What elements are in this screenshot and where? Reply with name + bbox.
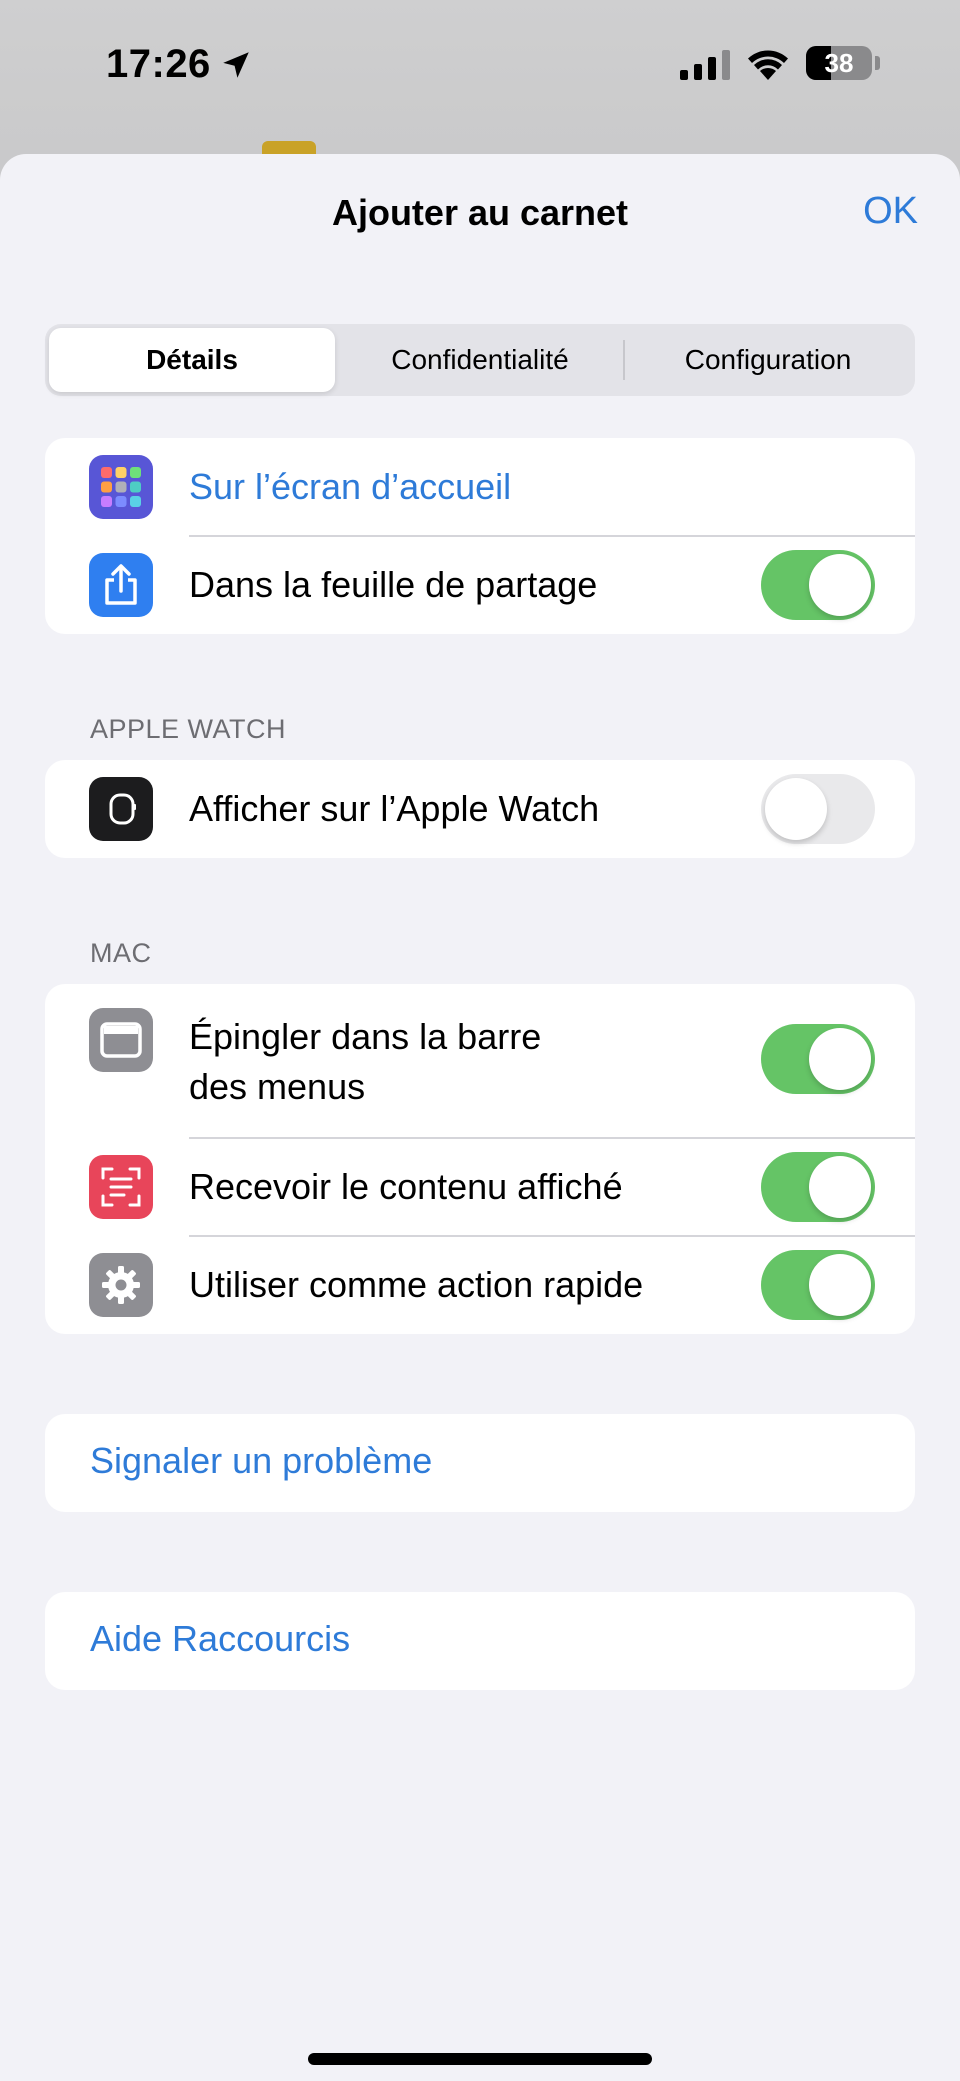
quick-action-toggle[interactable]: [761, 1250, 875, 1320]
add-to-library-sheet: Ajouter au carnet OK Détails Confidentia…: [0, 154, 960, 2081]
sheet-title: Ajouter au carnet: [331, 192, 629, 233]
toggle-knob: [809, 1156, 871, 1218]
share-sheet-toggle[interactable]: [761, 550, 875, 620]
mac-section-header: MAC: [90, 938, 152, 968]
toggle-knob: [809, 1028, 871, 1090]
receive-content-row: Recevoir le contenu affiché: [45, 1138, 915, 1236]
pin-menu-bar-label: Épingler dans la barre des menus: [189, 1012, 541, 1112]
apple-watch-toggle[interactable]: [761, 774, 875, 844]
home-screen-label: Sur l’écran d’accueil: [189, 466, 512, 507]
screen-text-scan-icon: [89, 1155, 153, 1219]
status-time-text: 17:26: [106, 42, 211, 86]
ok-button[interactable]: OK: [863, 190, 918, 233]
tab-segmented-control: Détails Confidentialité Configuration: [45, 324, 915, 396]
location-arrow-icon: [223, 51, 249, 78]
tab-details[interactable]: Détails: [49, 328, 335, 392]
home-screen-row[interactable]: Sur l’écran d’accueil: [45, 438, 915, 536]
home-screen-apps-icon: [89, 455, 153, 519]
pin-menu-bar-toggle[interactable]: [761, 1024, 875, 1094]
pin-menu-bar-label-line1: Épingler dans la barre: [189, 1016, 542, 1057]
menu-bar-window-icon: [89, 1008, 153, 1072]
apple-watch-section-header: APPLE WATCH: [90, 714, 287, 744]
cellular-signal-icon: [680, 50, 730, 80]
apple-watch-icon: [89, 777, 153, 841]
battery-cap: [875, 56, 880, 70]
pin-menu-bar-label-line2: des menus: [189, 1066, 366, 1107]
apple-watch-row: Afficher sur l’Apple Watch: [45, 760, 915, 858]
wifi-icon: [748, 50, 788, 80]
tab-privacy[interactable]: Confidentialité: [337, 328, 623, 392]
help-group: Aide Raccourcis: [45, 1592, 915, 1690]
receive-content-toggle[interactable]: [761, 1152, 875, 1222]
apple-watch-label: Afficher sur l’Apple Watch: [189, 788, 600, 829]
quick-action-label: Utiliser comme action rapide: [189, 1264, 644, 1305]
toggle-knob: [809, 554, 871, 616]
gear-icon: [89, 1253, 153, 1317]
share-sheet-label: Dans la feuille de partage: [189, 564, 598, 605]
toggle-knob: [809, 1254, 871, 1316]
tab-configuration[interactable]: Configuration: [625, 328, 911, 392]
quick-action-row: Utiliser comme action rapide: [45, 1236, 915, 1334]
share-icon: [89, 553, 153, 617]
toggle-knob: [765, 778, 827, 840]
apple-watch-group: Afficher sur l’Apple Watch: [45, 760, 915, 858]
report-problem-group: Signaler un problème: [45, 1414, 915, 1512]
mac-group: Épingler dans la barre des menus Recevoi…: [45, 984, 915, 1334]
battery-level: 38: [824, 47, 854, 78]
status-bar: 17:26 38: [0, 0, 960, 161]
shortcuts-help-link[interactable]: Aide Raccourcis: [90, 1618, 350, 1660]
pin-menu-bar-row: Épingler dans la barre des menus: [45, 984, 915, 1138]
receive-content-label: Recevoir le contenu affiché: [189, 1166, 623, 1207]
battery-icon: 38: [806, 46, 872, 80]
share-sheet-row: Dans la feuille de partage: [45, 536, 915, 634]
general-group: Sur l’écran d’accueil Dans la feuille de…: [45, 438, 915, 634]
home-indicator: [308, 2053, 652, 2065]
status-time: 17:26: [106, 42, 253, 87]
report-problem-link[interactable]: Signaler un problème: [90, 1440, 432, 1482]
